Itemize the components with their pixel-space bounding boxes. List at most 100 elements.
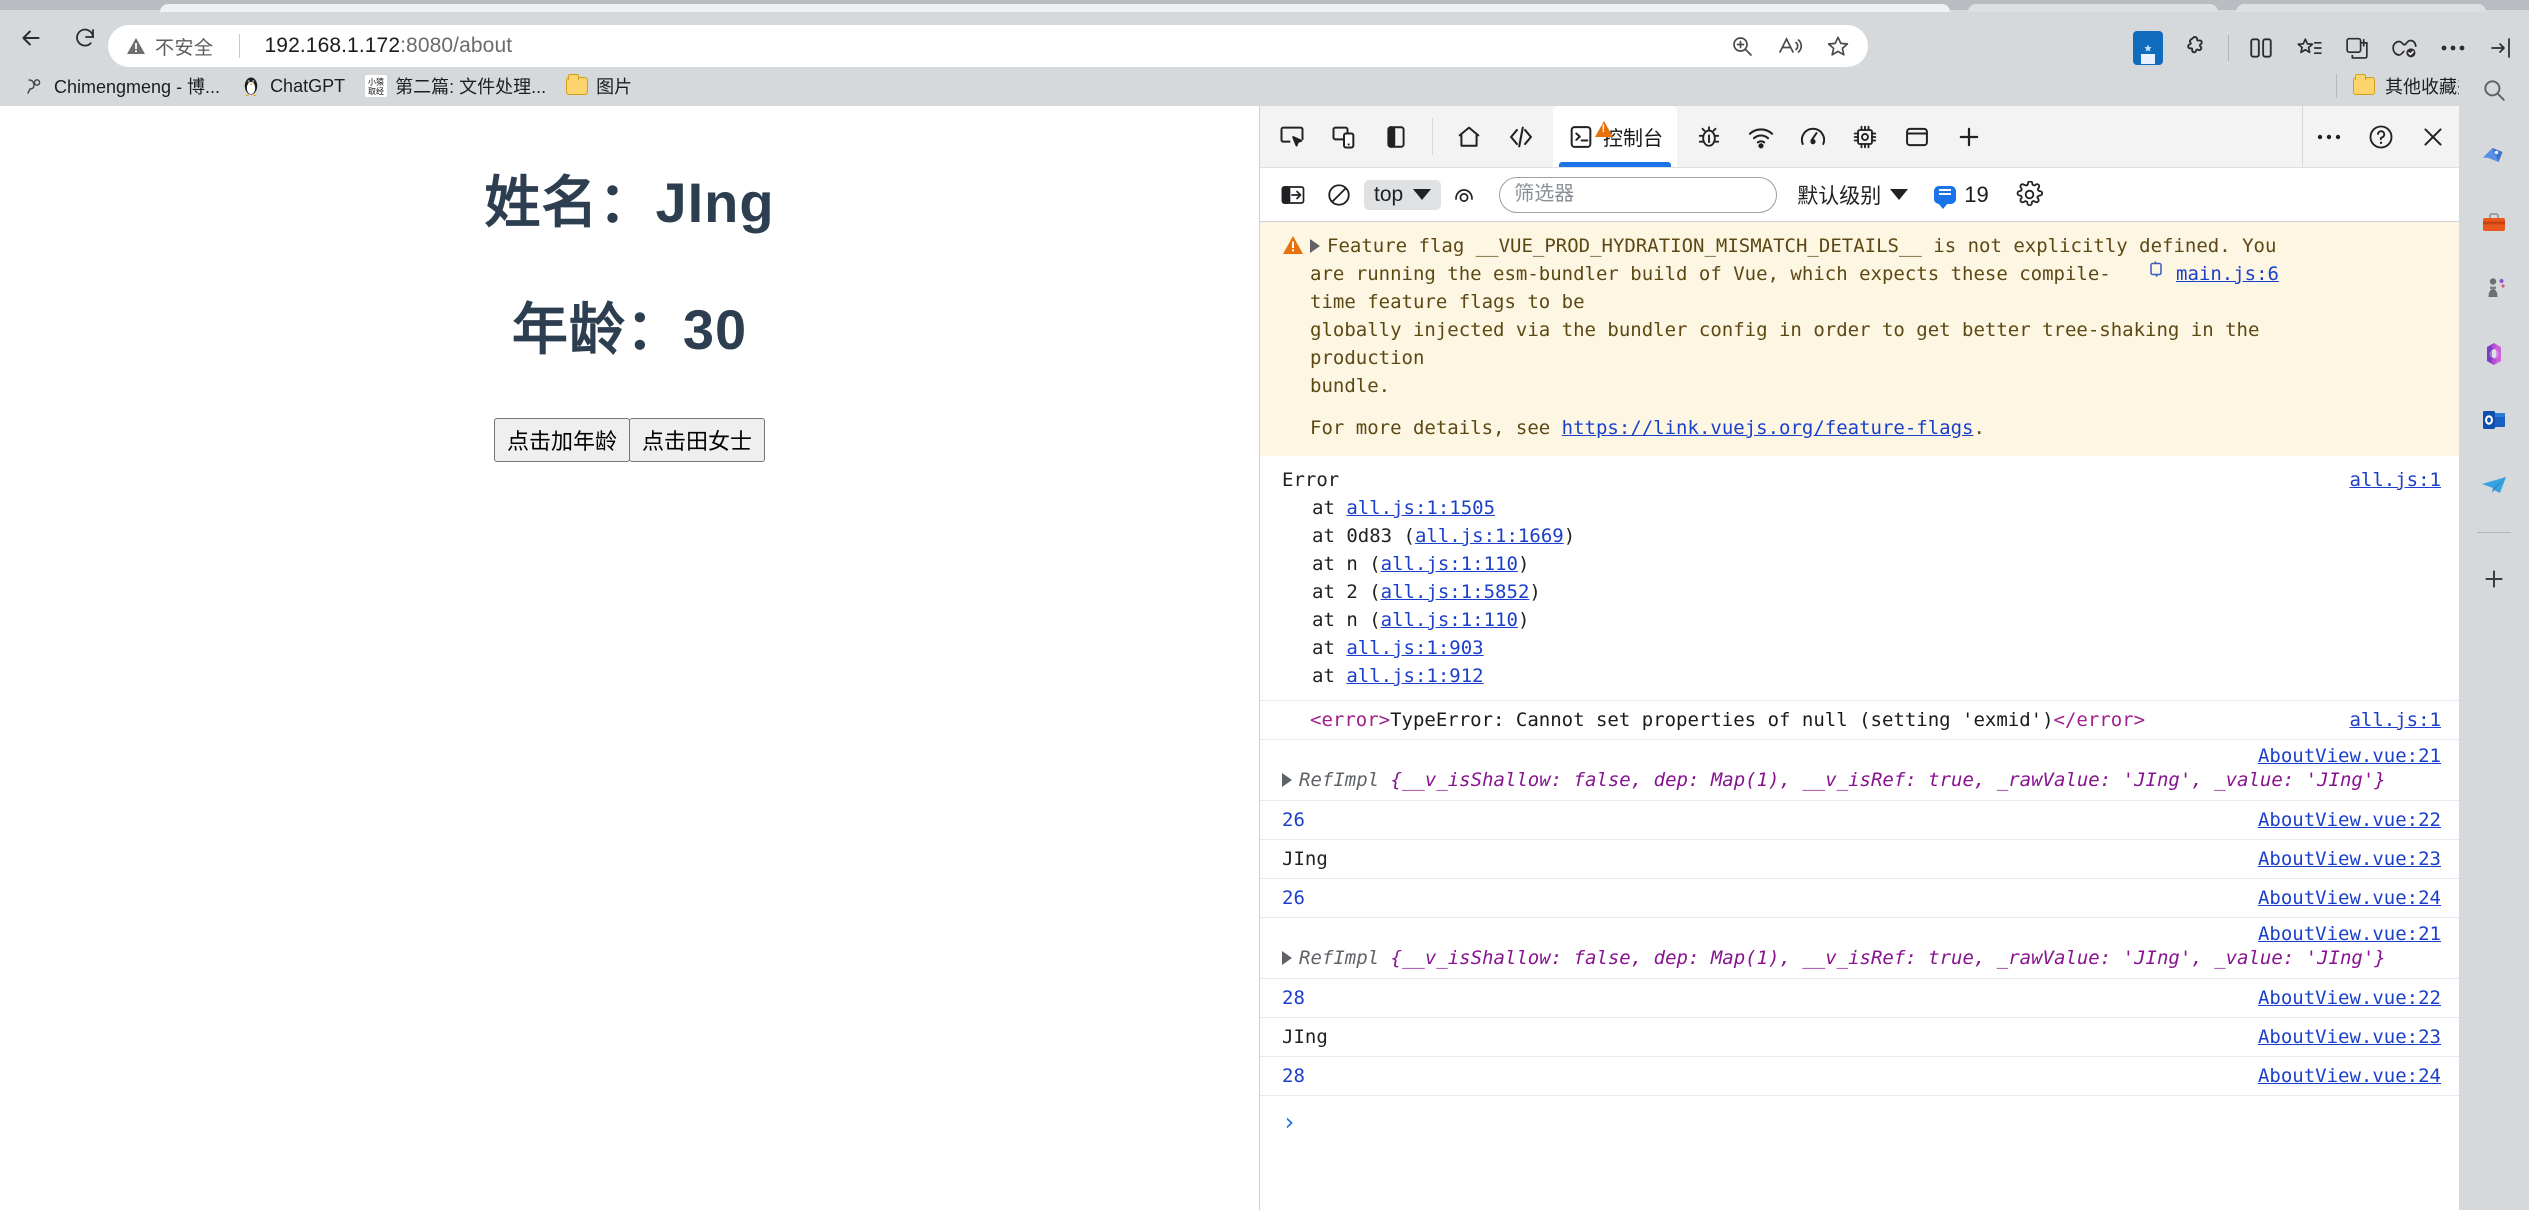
- back-button[interactable]: [8, 15, 54, 61]
- object-class-name: RefImpl: [1299, 947, 1380, 969]
- split-screen-icon[interactable]: [2238, 25, 2284, 71]
- console-log-entry[interactable]: AboutView.vue:23 JIng: [1260, 1018, 2459, 1057]
- more-icon[interactable]: [2430, 25, 2476, 71]
- stack-frame-link[interactable]: all.js:1:1669: [1415, 525, 1564, 547]
- more-options-icon[interactable]: [2303, 106, 2355, 168]
- log-source-link[interactable]: AboutView.vue:23: [2258, 845, 2441, 873]
- sources-icon[interactable]: [1683, 106, 1735, 168]
- log-value: 26: [1282, 809, 1305, 831]
- type-error-source-link[interactable]: all.js:1: [2349, 706, 2441, 734]
- stack-frame-link[interactable]: all.js:1:5852: [1381, 581, 1530, 603]
- console-log-entry[interactable]: AboutView.vue:24 28: [1260, 1057, 2459, 1096]
- folder-icon: [566, 74, 589, 97]
- log-value: 28: [1282, 987, 1305, 1009]
- collections-chip-icon[interactable]: [2125, 25, 2171, 71]
- stack-frame-link[interactable]: all.js:1:110: [1381, 553, 1518, 575]
- sidebar-toggle-icon[interactable]: [2478, 25, 2524, 71]
- copy-icon[interactable]: [2146, 260, 2166, 288]
- more-panels-icon[interactable]: [1943, 106, 1995, 168]
- bookmarks-bar: Chimengmeng - 博... ChatGPT 小猿 取经 第二篇: 文件处…: [0, 66, 2529, 106]
- office-icon[interactable]: [2474, 334, 2514, 374]
- application-icon[interactable]: [1891, 106, 1943, 168]
- copilot-icon[interactable]: [2334, 25, 2380, 71]
- console-warning-message[interactable]: Feature flag __VUE_PROD_HYDRATION_MISMAT…: [1260, 222, 2459, 410]
- stack-frame-link[interactable]: all.js:1:1505: [1346, 497, 1495, 519]
- stack-frame-link[interactable]: all.js:1:912: [1346, 665, 1483, 687]
- outlook-icon[interactable]: [2474, 400, 2514, 440]
- expand-arrow-icon[interactable]: [1310, 239, 1320, 253]
- console-log-entry[interactable]: AboutView.vue:21 RefImpl {__v_isShallow:…: [1260, 740, 2459, 801]
- console-log-entry[interactable]: AboutView.vue:23 JIng: [1260, 840, 2459, 879]
- console-type-error[interactable]: all.js:1 <error>TypeError: Cannot set pr…: [1260, 701, 2459, 740]
- stack-frame: at 0d83 (all.js:1:1669): [1312, 525, 1576, 547]
- telegram-icon[interactable]: [2474, 466, 2514, 506]
- search-icon[interactable]: [2474, 70, 2514, 110]
- log-level-select[interactable]: 默认级别: [1797, 180, 1909, 210]
- tools-icon[interactable]: [2474, 202, 2514, 242]
- feature-flags-link[interactable]: https://link.vuejs.org/feature-flags: [1562, 417, 1974, 439]
- tab-strip: [0, 0, 2529, 12]
- expand-arrow-icon[interactable]: [1282, 773, 1292, 787]
- console-sidebar-icon[interactable]: [1272, 174, 1314, 216]
- games-icon[interactable]: [2474, 268, 2514, 308]
- warning-source-link[interactable]: main.js:6: [2176, 260, 2279, 288]
- bookmark-item[interactable]: 小猿 取经 第二篇: 文件处理...: [355, 69, 556, 103]
- error-source-link[interactable]: all.js:1: [2349, 466, 2441, 494]
- network-icon[interactable]: [1735, 106, 1787, 168]
- expand-arrow-icon[interactable]: [1282, 951, 1292, 965]
- stack-frame-link[interactable]: all.js:1:903: [1346, 637, 1483, 659]
- tab-console[interactable]: 控制台: [1553, 106, 1677, 167]
- execution-context-select[interactable]: top: [1364, 179, 1442, 210]
- stack-frame-link[interactable]: all.js:1:110: [1381, 609, 1518, 631]
- close-icon[interactable]: [2407, 106, 2459, 168]
- console-log-entry[interactable]: AboutView.vue:21 RefImpl {__v_isShallow:…: [1260, 918, 2459, 979]
- add-sidebar-app-icon[interactable]: [2474, 559, 2514, 599]
- log-source-link[interactable]: AboutView.vue:21: [2258, 742, 2441, 770]
- console-output[interactable]: Feature flag __VUE_PROD_HYDRATION_MISMAT…: [1260, 222, 2459, 1210]
- log-source-link[interactable]: AboutView.vue:21: [2258, 920, 2441, 948]
- home-icon[interactable]: [1443, 106, 1495, 168]
- penguin-icon: [240, 75, 262, 97]
- clear-console-icon[interactable]: [1318, 174, 1360, 216]
- bookmark-item[interactable]: 图片: [556, 69, 642, 103]
- console-error-stack[interactable]: all.js:1 Error at all.js:1:1505 at 0d83 …: [1260, 456, 2459, 701]
- log-source-link[interactable]: AboutView.vue:23: [2258, 1023, 2441, 1051]
- not-secure-icon: [126, 37, 146, 55]
- console-log-entry[interactable]: AboutView.vue:24 26: [1260, 879, 2459, 918]
- message-count[interactable]: 19: [1934, 182, 1989, 209]
- gear-icon[interactable]: [2009, 174, 2051, 216]
- console-log-entry[interactable]: AboutView.vue:22 28: [1260, 979, 2459, 1018]
- change-name-button[interactable]: 点击田女士: [629, 418, 766, 462]
- log-source-link[interactable]: AboutView.vue:24: [2258, 884, 2441, 912]
- stack-frame: at n (all.js:1:110): [1312, 609, 1530, 631]
- elements-icon[interactable]: [1495, 106, 1547, 168]
- address-bar[interactable]: 不安全 192.168.1.172:8080/about: [108, 25, 1868, 67]
- performance-icon[interactable]: [1787, 106, 1839, 168]
- zoom-icon[interactable]: [1720, 25, 1764, 67]
- performance-icon[interactable]: [2382, 25, 2428, 71]
- memory-icon[interactable]: [1839, 106, 1891, 168]
- increase-age-button[interactable]: 点击加年龄: [493, 418, 630, 462]
- bookmark-label: 图片: [596, 77, 633, 97]
- log-source-link[interactable]: AboutView.vue:22: [2258, 984, 2441, 1012]
- other-favorites[interactable]: 其他收藏夹: [2336, 66, 2475, 106]
- console-prompt[interactable]: ›: [1260, 1096, 2459, 1148]
- help-icon[interactable]: [2355, 106, 2407, 168]
- refresh-button[interactable]: [62, 15, 108, 61]
- console-filter-input[interactable]: [1499, 176, 1778, 213]
- extensions-icon[interactable]: [2173, 25, 2219, 71]
- read-aloud-icon[interactable]: [1768, 25, 1812, 67]
- bookmark-item[interactable]: ChatGPT: [230, 71, 355, 101]
- inspect-element-icon[interactable]: [1266, 106, 1318, 168]
- dock-side-icon[interactable]: [1370, 106, 1422, 168]
- favorite-icon[interactable]: [1816, 25, 1860, 67]
- object-preview: {__v_isShallow: false, dep: Map(1), __v_…: [1390, 769, 2386, 791]
- favorites-list-icon[interactable]: [2286, 25, 2332, 71]
- shopping-tag-icon[interactable]: [2474, 136, 2514, 176]
- device-toolbar-icon[interactable]: [1318, 106, 1370, 168]
- log-source-link[interactable]: AboutView.vue:24: [2258, 1062, 2441, 1090]
- bookmark-item[interactable]: Chimengmeng - 博...: [14, 69, 230, 103]
- live-expression-icon[interactable]: [1445, 174, 1487, 216]
- log-source-link[interactable]: AboutView.vue:22: [2258, 806, 2441, 834]
- console-log-entry[interactable]: AboutView.vue:22 26: [1260, 801, 2459, 840]
